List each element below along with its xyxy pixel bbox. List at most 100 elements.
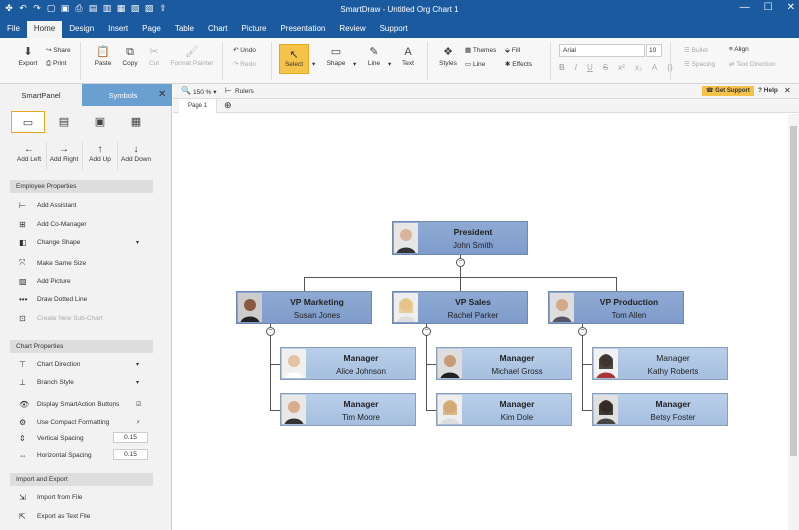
bullet-button[interactable]: ☰ Bullet	[684, 46, 708, 54]
copy-button[interactable]: ⧉ Copy	[119, 46, 141, 67]
shape-style-split-button[interactable]: ▤	[47, 111, 81, 133]
font-family-input[interactable]: Arial	[559, 44, 645, 57]
fill-button[interactable]: ⬙ Fill	[505, 46, 520, 54]
select-dropdown[interactable]: ▾	[312, 60, 315, 68]
vertical-spacing-input[interactable]: 0.15	[113, 432, 148, 443]
close-panel-icon[interactable]: ✕	[158, 89, 166, 100]
org-box-manager[interactable]: Manager Michael Gross	[436, 347, 572, 380]
tab-symbols[interactable]: Symbols	[82, 84, 164, 106]
tab-page-1[interactable]: Page 1	[179, 99, 217, 113]
text-direction-button[interactable]: ⇄ Text Direction	[729, 60, 776, 68]
shape-style-photo-button[interactable]: ▣	[83, 111, 117, 133]
superscript-icon[interactable]: x²	[618, 63, 625, 72]
help-button[interactable]: ? Help	[758, 87, 778, 94]
rulers-toggle[interactable]: Rulers	[235, 88, 254, 95]
display-smartaction-item[interactable]: 👁 Display SmartAction Buttons ☑	[19, 400, 149, 409]
vertical-scrollbar[interactable]	[788, 114, 799, 530]
get-support-button[interactable]: ☎ Get Support	[702, 86, 754, 96]
scrollbar-thumb[interactable]	[790, 126, 797, 456]
menu-picture[interactable]: Picture	[235, 21, 274, 38]
paste-button[interactable]: 📋 Paste	[92, 46, 114, 67]
chevron-down-icon[interactable]: ▾	[136, 239, 139, 246]
horizontal-spacing-input[interactable]: 0.15	[113, 449, 148, 460]
add-left-button[interactable]: ← Add Left	[11, 144, 47, 163]
add-assistant-item[interactable]: ⊢ Add Assistant	[19, 201, 149, 210]
menu-table[interactable]: Table	[168, 21, 201, 38]
shape-style-photo-split-button[interactable]: ▦	[119, 111, 153, 133]
checkbox-checked-icon[interactable]: ☑	[136, 401, 141, 408]
org-box-vp-sales[interactable]: VP Sales Rachel Parker	[392, 291, 528, 324]
undo-button[interactable]: ↶ Undo	[233, 46, 256, 54]
format-painter-button[interactable]: 🖌 Format Painter	[168, 46, 216, 67]
use-compact-formatting-item[interactable]: ⚙ Use Compact Formatting ⚡	[19, 418, 149, 427]
menu-design[interactable]: Design	[62, 21, 101, 38]
export-button[interactable]: ⬇ Export	[16, 46, 40, 67]
text-color-icon[interactable]: A	[652, 63, 657, 72]
zoom-icon[interactable]: 🔍	[181, 86, 191, 95]
draw-dotted-line-item[interactable]: ••• Draw Dotted Line	[19, 295, 149, 304]
collapse-button[interactable]: −	[422, 327, 431, 336]
maximize-button[interactable]: ☐	[764, 2, 773, 13]
tab-smartpanel[interactable]: SmartPanel	[0, 84, 82, 106]
share-button[interactable]: ↪ Share	[46, 46, 71, 54]
select-button[interactable]: ↖ Select	[279, 44, 309, 74]
cut-button[interactable]: ✂ Cut	[145, 46, 163, 67]
change-shape-item[interactable]: ◧ Change Shape ▾	[19, 238, 149, 247]
font-size-input[interactable]: 10	[646, 44, 662, 57]
zoom-level[interactable]: 150 % ▾	[193, 88, 217, 96]
shape-style-rect-button[interactable]: ▭	[11, 111, 45, 133]
subscript-icon[interactable]: x₂	[635, 63, 642, 72]
make-same-size-item[interactable]: ⤧ Make Same Size	[19, 258, 149, 268]
org-box-vp-production[interactable]: VP Production Tom Allen	[548, 291, 684, 324]
chart-direction-item[interactable]: ⊤ Chart Direction ▾	[19, 360, 149, 369]
add-picture-item[interactable]: ▨ Add Picture	[19, 277, 149, 286]
collapse-button[interactable]: −	[266, 327, 275, 336]
themes-button[interactable]: ▦ Themes	[465, 46, 496, 54]
shape-dropdown[interactable]: ▾	[353, 60, 356, 68]
org-box-vp-marketing[interactable]: VP Marketing Susan Jones	[236, 291, 372, 324]
shape-button[interactable]: ▭ Shape	[323, 46, 349, 67]
add-page-icon[interactable]: ⊕	[224, 100, 232, 111]
wand-icon[interactable]: ⚡	[136, 419, 140, 426]
menu-page[interactable]: Page	[135, 21, 168, 38]
underline-icon[interactable]: U	[587, 63, 593, 72]
import-from-file-item[interactable]: ⇲ Import from File	[19, 493, 149, 502]
line-dropdown[interactable]: ▾	[388, 60, 391, 68]
add-up-button[interactable]: ↑ Add Up	[82, 144, 118, 163]
collapse-button[interactable]: −	[578, 327, 587, 336]
spacing-button[interactable]: ☰ Spacing	[684, 60, 715, 68]
menu-home[interactable]: Home	[26, 21, 63, 38]
styles-button[interactable]: ❖ Styles	[436, 46, 460, 67]
redo-button[interactable]: ↷ Redo	[233, 60, 256, 68]
line-button[interactable]: ✎ Line	[363, 46, 385, 67]
menu-support[interactable]: Support	[373, 21, 415, 38]
add-right-button[interactable]: → Add Right	[46, 144, 82, 163]
menu-file[interactable]: File	[0, 21, 27, 38]
menu-review[interactable]: Review	[332, 21, 372, 38]
add-down-button[interactable]: ↓ Add Down	[118, 144, 154, 163]
branch-style-item[interactable]: ⊥ Branch Style ▾	[19, 378, 149, 387]
export-as-text-item[interactable]: ⇱ Export as Text File	[19, 512, 149, 521]
close-button[interactable]: ✕	[787, 2, 795, 13]
menu-insert[interactable]: Insert	[101, 21, 135, 38]
close-icon[interactable]: ✕	[784, 86, 791, 95]
chevron-down-icon[interactable]: ▾	[136, 379, 139, 386]
menu-chart[interactable]: Chart	[201, 21, 235, 38]
org-box-manager[interactable]: Manager Kathy Roberts	[592, 347, 728, 380]
add-co-manager-item[interactable]: ⊞ Add Co-Manager	[19, 220, 149, 229]
strikethrough-icon[interactable]: S	[603, 63, 608, 72]
bold-icon[interactable]: B	[559, 63, 565, 72]
org-box-manager[interactable]: Manager Tim Moore	[280, 393, 416, 426]
italic-icon[interactable]: I	[575, 63, 577, 72]
effects-button[interactable]: ✱ Effects	[505, 60, 532, 68]
text-button[interactable]: A Text	[398, 46, 418, 67]
org-box-president[interactable]: President John Smith	[392, 221, 528, 255]
align-button[interactable]: ≡ Align	[729, 46, 749, 53]
org-box-manager[interactable]: Manager Kim Dole	[436, 393, 572, 426]
org-box-manager[interactable]: Manager Betsy Foster	[592, 393, 728, 426]
print-button[interactable]: ⎙ Print	[46, 60, 66, 68]
create-sub-chart-item[interactable]: ⊡ Create New Sub-Chart	[19, 314, 149, 323]
collapse-button[interactable]: −	[456, 258, 465, 267]
menu-presentation[interactable]: Presentation	[273, 21, 332, 38]
minimize-button[interactable]: —	[740, 2, 750, 13]
